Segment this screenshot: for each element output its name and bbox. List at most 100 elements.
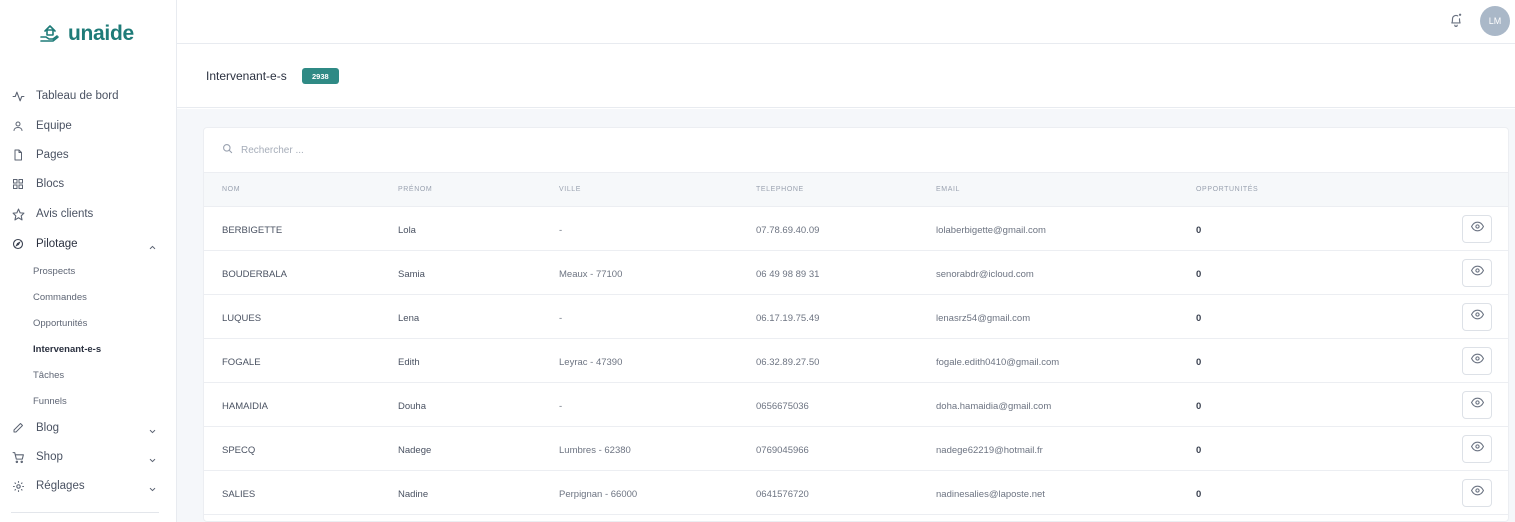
brand-logo[interactable]: unaide	[38, 22, 134, 46]
table-row[interactable]: SPECQ Nadege Lumbres - 62380 0769045966 nade…	[204, 427, 1508, 471]
page-title: Intervenant-e-s	[206, 69, 287, 83]
view-button[interactable]	[1462, 391, 1492, 419]
eye-icon	[1470, 484, 1484, 502]
search-icon	[222, 141, 233, 159]
sidebar: unaide Tableau de bord Equipe Pages Bloc…	[0, 0, 177, 522]
cell-nom: BERBIGETTE	[222, 225, 283, 236]
cell-nom: BOUDERBALA	[222, 269, 287, 280]
view-button[interactable]	[1462, 479, 1492, 507]
nav-item-label: Equipe	[36, 120, 72, 132]
file-icon	[11, 148, 25, 162]
cell-ville: Meaux - 77100	[559, 269, 623, 280]
table-row[interactable]: SALIES Nadine Perpignan - 66000 0641576720 n…	[204, 471, 1508, 515]
intervenants-table-card: NOM PRÉNOM VILLE TELEPHONE EMAIL OPPORTU…	[203, 127, 1509, 522]
cell-nom: HAMAIDIA	[222, 401, 268, 412]
cell-email[interactable]: nadege62219@hotmail.fr	[936, 445, 1043, 456]
cell-prenom: Nadine	[398, 489, 429, 500]
table-row[interactable]: FOGALE Edith Leyrac - 47390 06.32.89.27.50 f…	[204, 339, 1508, 383]
subnav-item-commandes[interactable]: Commandes	[33, 292, 87, 303]
cell-telephone: 0641576720	[756, 489, 809, 500]
eye-icon	[1470, 352, 1484, 370]
column-header-opportunites[interactable]: OPPORTUNITÉS	[1196, 186, 1258, 193]
view-button[interactable]	[1462, 215, 1492, 243]
search-input[interactable]	[241, 144, 541, 156]
nav-item-avis-clients[interactable]: Avis clients	[0, 201, 176, 227]
subnav-item-taches[interactable]: Tâches	[33, 370, 64, 381]
eye-icon	[1470, 220, 1484, 238]
subnav-item-opportunites[interactable]: Opportunités	[33, 318, 87, 329]
cell-email[interactable]: lenasrz54@gmail.com	[936, 313, 1030, 324]
chevron-down-icon	[148, 481, 158, 492]
user-avatar[interactable]: LM	[1480, 6, 1510, 36]
view-button[interactable]	[1462, 303, 1492, 331]
cell-telephone: 06 49 98 89 31	[756, 269, 820, 280]
cell-prenom: Lola	[398, 225, 416, 236]
view-button[interactable]	[1462, 259, 1492, 287]
eye-icon	[1470, 396, 1484, 414]
eye-icon	[1470, 308, 1484, 326]
table-header: NOM PRÉNOM VILLE TELEPHONE EMAIL OPPORTU…	[204, 172, 1508, 207]
nav-item-label: Pilotage	[36, 238, 78, 250]
cell-email[interactable]: fogale.edith0410@gmail.com	[936, 357, 1059, 368]
cell-telephone: 06.32.89.27.50	[756, 357, 820, 368]
cell-prenom: Samia	[398, 269, 425, 280]
cell-telephone: 07.78.69.40.09	[756, 225, 820, 236]
view-button[interactable]	[1462, 347, 1492, 375]
bell-icon[interactable]	[1449, 12, 1463, 28]
count-badge: 2938	[302, 68, 339, 84]
table-row[interactable]: BERBIGETTE Lola - 07.78.69.40.09 lolaberbige…	[204, 207, 1508, 251]
nav-item-blog[interactable]: Blog	[0, 415, 176, 441]
eye-icon	[1470, 264, 1484, 282]
cell-telephone: 0656675036	[756, 401, 809, 412]
nav-item-label: Avis clients	[36, 208, 94, 220]
cell-opportunites: 0	[1196, 401, 1202, 412]
sidebar-divider	[11, 512, 159, 513]
compass-icon	[11, 237, 25, 251]
nav-item-label: Shop	[36, 451, 63, 463]
nav-item-label: Réglages	[36, 480, 85, 492]
cell-email[interactable]: nadinesalies@laposte.net	[936, 489, 1045, 500]
nav-item-reglages[interactable]: Réglages	[0, 473, 176, 499]
table-row[interactable]: BOUDERBALA Samia Meaux - 77100 06 49 98 89 …	[204, 251, 1508, 295]
column-header-telephone[interactable]: TELEPHONE	[756, 186, 804, 193]
nav-item-equipe[interactable]: Equipe	[0, 113, 176, 139]
subnav-item-funnels[interactable]: Funnels	[33, 396, 67, 407]
eye-icon	[1470, 440, 1484, 458]
cell-nom: SPECQ	[222, 445, 256, 456]
subnav-item-prospects[interactable]: Prospects	[33, 266, 75, 277]
table-row[interactable]: HAMAIDIA Douha - 0656675036 doha.hamaidia@gm…	[204, 383, 1508, 427]
chevron-down-icon	[148, 423, 158, 434]
cell-opportunites: 0	[1196, 445, 1202, 456]
nav-item-label: Blocs	[36, 178, 65, 190]
user-icon	[11, 119, 25, 133]
cell-ville: Lumbres - 62380	[559, 445, 631, 456]
nav-item-label: Blog	[36, 422, 60, 434]
table-row[interactable]: LUQUES Lena - 06.17.19.75.49 lenasrz54@gmail…	[204, 295, 1508, 339]
view-button[interactable]	[1462, 435, 1492, 463]
nav-item-tableau-de-bord[interactable]: Tableau de bord	[0, 83, 176, 109]
search-bar[interactable]	[222, 142, 622, 158]
nav-item-blocs[interactable]: Blocs	[0, 171, 176, 197]
nav-item-shop[interactable]: Shop	[0, 444, 176, 470]
cell-opportunites: 0	[1196, 225, 1202, 236]
column-header-prenom[interactable]: PRÉNOM	[398, 186, 432, 193]
cell-prenom: Nadege	[398, 445, 432, 456]
column-header-email[interactable]: EMAIL	[936, 186, 960, 193]
cell-nom: FOGALE	[222, 357, 261, 368]
column-header-ville[interactable]: VILLE	[559, 186, 581, 193]
cell-nom: LUQUES	[222, 313, 262, 324]
cell-opportunites: 0	[1196, 357, 1202, 368]
gear-icon	[11, 479, 25, 493]
cell-prenom: Edith	[398, 357, 420, 368]
cell-ville: Perpignan - 66000	[559, 489, 638, 500]
nav-item-label: Tableau de bord	[36, 90, 119, 102]
cell-email[interactable]: lolaberbigette@gmail.com	[936, 225, 1046, 236]
nav-item-pilotage[interactable]: Pilotage	[0, 231, 176, 257]
nav-item-pages[interactable]: Pages	[0, 142, 176, 168]
subnav-item-intervenants[interactable]: Intervenant-e-s	[33, 344, 101, 355]
cell-ville: -	[559, 313, 563, 324]
cell-email[interactable]: senorabdr@icloud.com	[936, 269, 1034, 280]
cell-prenom: Douha	[398, 401, 426, 412]
cell-email[interactable]: doha.hamaidia@gmail.com	[936, 401, 1051, 412]
column-header-nom[interactable]: NOM	[222, 186, 240, 193]
